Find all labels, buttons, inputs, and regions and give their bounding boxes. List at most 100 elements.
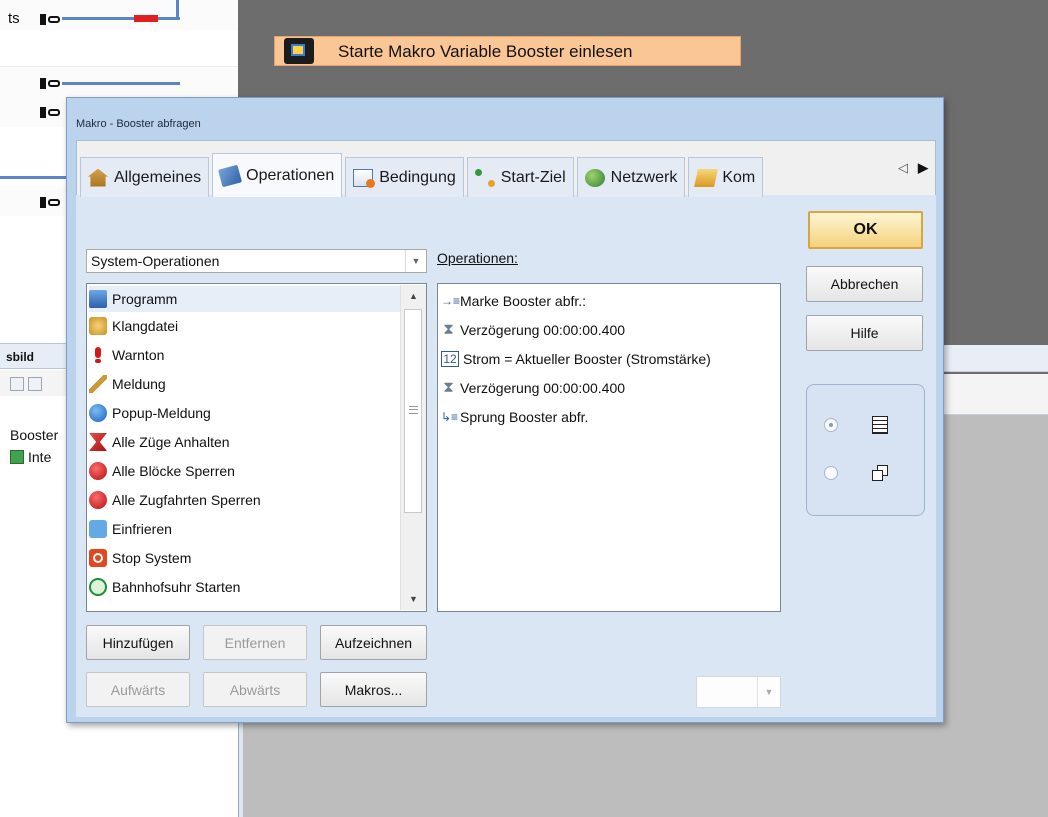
system-operations-list[interactable]: Programm Klangdatei Warnton Meldung Popu… [86, 283, 427, 612]
tab-bedingung[interactable]: Bedingung [345, 157, 464, 197]
add-button[interactable]: Hinzufügen [86, 625, 190, 660]
jump-icon: ↳≡ [441, 409, 459, 424]
list-item[interactable]: Einfrieren [89, 516, 172, 542]
network-icon [584, 168, 605, 187]
scroll-up-icon[interactable]: ▲ [401, 287, 426, 305]
list-scrollbar[interactable]: ▲ ▼ [400, 285, 426, 610]
message-icon [89, 375, 107, 393]
list-item[interactable]: Alle Blöcke Sperren [89, 458, 235, 484]
tab-label: Operationen [246, 166, 335, 184]
list-item-label: Popup-Meldung [112, 405, 211, 421]
list-item[interactable]: Programm [89, 286, 403, 312]
tab-scroll-arrows[interactable]: ◁▶ [898, 160, 938, 176]
list-item[interactable]: ⧗ Verzögerung 00:00:00.400 [441, 373, 625, 402]
list-view-icon [872, 416, 888, 434]
list-item-label: Meldung [112, 376, 166, 392]
radio-multi-view[interactable] [824, 466, 838, 480]
radio-single-view[interactable] [824, 418, 838, 432]
multi-window-icon [872, 465, 888, 481]
tab-scroll-right-icon[interactable]: ▶ [918, 160, 938, 175]
list-item-label: Programm [112, 291, 178, 307]
lock-blocks-icon [89, 462, 107, 480]
category-combo[interactable]: System-Operationen ▼ [86, 249, 427, 273]
track-rail-vertical [176, 0, 179, 20]
view-mode-group [806, 384, 925, 516]
macros-button[interactable]: Makros... [320, 672, 427, 707]
popup-message-icon [89, 404, 107, 422]
move-down-button[interactable]: Abwärts [203, 672, 307, 707]
list-item-label: Alle Zugfahrten Sperren [112, 492, 261, 508]
chevron-down-icon[interactable]: ▼ [405, 250, 426, 272]
tab-kommentar[interactable]: Kom [688, 157, 764, 197]
list-item-label: Verzögerung 00:00:00.400 [460, 379, 626, 396]
background-toolbar [930, 374, 1048, 415]
number-variable-icon: 12 [441, 350, 459, 367]
connector-icon [40, 14, 62, 25]
connector-icon [40, 107, 62, 118]
list-item-label: Stop System [112, 550, 192, 566]
list-item[interactable]: ↳≡ Sprung Booster abfr. [441, 402, 588, 431]
operations-list[interactable]: →≡ Marke Booster abfr.: ⧗ Verzögerung 00:0… [437, 283, 781, 612]
list-item[interactable]: 12 Strom = Aktueller Booster (Stromstärke… [441, 344, 711, 373]
properties-icon[interactable] [10, 377, 24, 391]
list-item-label: Alle Blöcke Sperren [112, 463, 235, 479]
grip-icon [409, 406, 418, 414]
program-icon [89, 290, 107, 308]
hourglass-icon: ⧗ [443, 320, 454, 338]
macro-banner-text: Starte Makro Variable Booster einlesen [338, 42, 633, 61]
tree-view-icon[interactable] [28, 377, 42, 391]
label-marker-icon: →≡ [441, 293, 461, 308]
list-item[interactable]: Popup-Meldung [89, 400, 211, 426]
list-item[interactable]: Klangdatei [89, 313, 178, 339]
track-label: ts [8, 10, 20, 27]
comment-icon [694, 168, 719, 187]
scroll-thumb[interactable] [404, 309, 422, 513]
freeze-icon [89, 520, 107, 538]
signal-marker [134, 15, 158, 22]
tab-start-ziel[interactable]: Start-Ziel [466, 157, 574, 197]
list-item[interactable]: Bahnhofsuhr Starten [89, 574, 240, 600]
tab-netzwerk[interactable]: Netzwerk [576, 157, 686, 197]
tab-label: Kom [722, 168, 756, 186]
list-item-label: Warnton [112, 347, 165, 363]
background-tab-strip [930, 345, 1048, 372]
operations-icon [218, 164, 243, 187]
station-clock-icon [89, 578, 107, 596]
list-item[interactable]: Stop System [89, 545, 191, 571]
tree-item-interface[interactable]: Inte [28, 449, 51, 465]
list-item-label: Einfrieren [112, 521, 172, 537]
scroll-down-icon[interactable]: ▼ [401, 590, 426, 608]
tab-label: Allgemeines [114, 168, 202, 186]
list-item[interactable]: Warnton [89, 342, 164, 368]
tab-label: Netzwerk [610, 168, 678, 186]
track-rail [62, 17, 180, 20]
small-combo[interactable]: ▼ [696, 676, 781, 708]
interface-icon [10, 450, 24, 464]
list-item-label: Strom = Aktueller Booster (Stromstärke) [463, 350, 711, 367]
ok-button[interactable]: OK [808, 211, 923, 249]
list-item-label: Bahnhofsuhr Starten [112, 579, 241, 595]
hourglass-icon: ⧗ [443, 378, 454, 396]
tab-allgemeines[interactable]: Allgemeines [80, 157, 210, 197]
chevron-down-icon[interactable]: ▼ [757, 677, 780, 707]
tab-strip: Allgemeines Operationen Bedingung Start-… [76, 145, 766, 197]
start-target-icon [474, 168, 495, 187]
list-item[interactable]: ⧗ Verzögerung 00:00:00.400 [441, 315, 625, 344]
cancel-button[interactable]: Abbrechen [806, 266, 923, 302]
list-item-label: Verzögerung 00:00:00.400 [460, 321, 626, 338]
tree-item-booster[interactable]: Booster [10, 427, 58, 443]
dialog-title: Makro - Booster abfragen [76, 118, 201, 130]
list-item-label: Klangdatei [112, 318, 179, 334]
list-item[interactable]: →≡ Marke Booster abfr.: [441, 286, 586, 315]
condition-icon [353, 168, 376, 188]
move-up-button[interactable]: Aufwärts [86, 672, 190, 707]
remove-button[interactable]: Entfernen [203, 625, 307, 660]
list-item[interactable]: Alle Zugfahrten Sperren [89, 487, 261, 513]
list-item[interactable]: Meldung [89, 371, 166, 397]
record-button[interactable]: Aufzeichnen [320, 625, 427, 660]
help-button[interactable]: Hilfe [806, 315, 923, 351]
tab-operationen[interactable]: Operationen [212, 153, 343, 197]
warning-tone-icon [89, 346, 107, 364]
list-item[interactable]: Alle Züge Anhalten [89, 429, 230, 455]
tab-scroll-left-icon[interactable]: ◁ [898, 160, 918, 175]
